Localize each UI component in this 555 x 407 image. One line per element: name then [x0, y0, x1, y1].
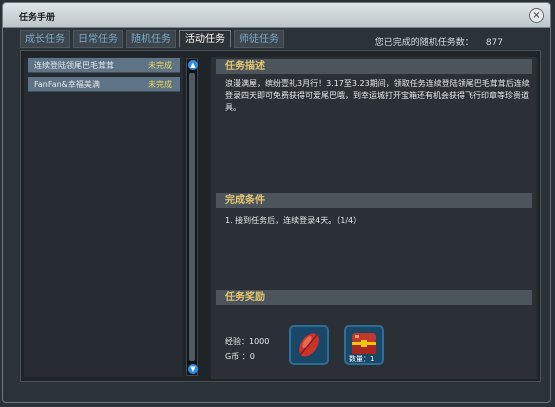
reward-item-slot[interactable] [289, 325, 329, 365]
close-button[interactable]: × [529, 8, 544, 23]
treasure-chest-icon [352, 333, 376, 354]
red-feather-icon [299, 333, 319, 357]
tab-event[interactable]: 活动任务 [179, 30, 231, 48]
tab-random[interactable]: 随机任务 [126, 30, 176, 48]
reward-gold: G币 ：0 [225, 352, 255, 361]
quest-status: 未完成 [148, 80, 172, 89]
item-quantity: 数量：1 [349, 355, 375, 363]
scroll-thumb[interactable] [189, 73, 195, 361]
completed-value: 877 [485, 38, 503, 48]
tab-mentor[interactable]: 师徒任务 [234, 30, 284, 48]
quest-name: FanFan&幸福美满 [34, 80, 100, 89]
quest-name: 连续登陆领尾巴毛茸茸 [34, 61, 114, 70]
quest-item[interactable]: FanFan&幸福美满 未完成 [28, 77, 180, 92]
condition-header: 完成条件 [216, 193, 532, 208]
reward-item-slot[interactable]: 数量：1 [344, 325, 384, 365]
quest-item[interactable]: 连续登陆领尾巴毛茸茸 未完成 [28, 58, 180, 73]
quest-status: 未完成 [148, 61, 172, 70]
quest-list: 连续登陆领尾巴毛茸茸 未完成 FanFan&幸福美满 未完成 [24, 57, 183, 377]
quest-detail: 任务描述 浪漫满屋，缤纷壹礼3月行！3.17至3.23期间，领取任务连续登陆领尾… [211, 57, 537, 379]
completed-label: 您已完成的随机任务数： [374, 38, 474, 48]
scroll-down-button[interactable]: ▼ [188, 364, 198, 374]
condition-text: 1. 接到任务后，连续登录4天。（1/4） [225, 216, 362, 225]
scroll-up-button[interactable]: ▲ [188, 60, 198, 70]
tab-daily[interactable]: 日常任务 [73, 30, 123, 48]
completed-counter: 您已完成的随机任务数： 877 [375, 35, 503, 48]
reward-header: 任务奖励 [216, 290, 532, 305]
title-bar[interactable]: 任务手册 × [3, 3, 550, 28]
desc-text: 浪漫满屋，缤纷壹礼3月行！3.17至3.23期间，领取任务连续登陆领尾巴毛茸茸后… [225, 79, 530, 112]
window-title: 任务手册 [19, 13, 56, 23]
tab-growth[interactable]: 成长任务 [20, 30, 70, 48]
quest-list-scrollbar[interactable]: ▲ ▼ [186, 58, 198, 376]
desc-header: 任务描述 [216, 59, 532, 74]
reward-exp: 经验：1000 [225, 337, 270, 346]
